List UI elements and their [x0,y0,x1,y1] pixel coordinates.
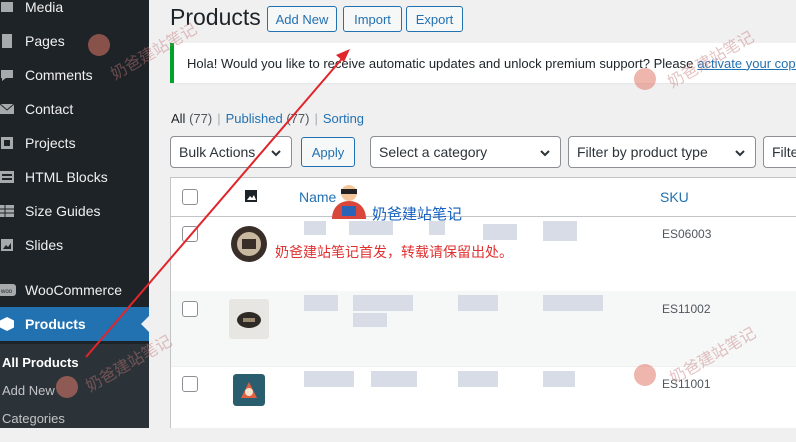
product-type-value: Filter by product type [577,144,708,160]
submenu-all-products[interactable]: All Products [2,355,79,370]
sidebar-item-label: Slides [25,237,64,253]
watermark-avatar [88,34,110,56]
blurred-name [304,295,338,311]
sidebar-item-woocommerce[interactable]: woo WooCommerce [0,273,149,307]
stock-status-value: Filte [772,144,796,160]
bulk-actions-value: Bulk Actions [179,144,256,160]
svg-text:woo: woo [0,289,13,295]
image-icon [245,190,257,202]
blurred-name [543,221,577,241]
page-title: Products [170,4,261,30]
sidebar-item-label: Pages [25,33,65,49]
sidebar-item-label: Products [25,316,86,332]
product-thumbnail[interactable] [229,299,269,339]
sidebar-item-html-blocks[interactable]: HTML Blocks [0,160,149,194]
row-sku: ES11002 [662,302,711,316]
blurred-name [543,371,575,387]
sidebar-item-projects[interactable]: Projects [0,126,149,160]
separator: | [314,111,318,126]
repost-caption: 奶爸建站笔记首发，转载请保留出处。 [275,244,513,260]
sidebar-item-label: Contact [25,101,74,117]
activation-notice: Hola! Would you like to receive automati… [170,43,796,83]
sidebar-item-label: HTML Blocks [25,169,108,185]
sidebar-item-slides[interactable]: Slides [0,228,149,262]
row-checkbox[interactable] [182,301,198,317]
select-all-checkbox[interactable] [182,189,198,205]
main-content: Products Add New Import Export Hola! Wou… [149,0,796,442]
import-button[interactable]: Import [343,6,402,32]
watermark-avatar [56,376,78,398]
table-header: Name SKU [171,178,796,217]
blurred-name [483,224,517,240]
export-button[interactable]: Export [406,6,463,32]
view-published[interactable]: Published [226,111,283,126]
sidebar-item-products[interactable]: Products [0,307,149,341]
sidebar-item-size-guides[interactable]: Size Guides [0,194,149,228]
bulk-actions-select[interactable]: Bulk Actions [170,136,292,168]
view-sorting[interactable]: Sorting [323,111,364,126]
blurred-name [458,371,498,387]
submenu-categories[interactable]: Categories [2,411,65,426]
mail-icon [0,100,16,118]
pages-icon [0,32,16,50]
sidebar-item-label: Projects [25,135,76,151]
sidebar-item-label: WooCommerce [25,282,122,298]
size-guides-icon [0,202,16,220]
watermark-avatar [634,364,656,386]
notice-text: Hola! Would you like to receive automati… [187,55,694,71]
media-icon [0,0,16,16]
sidebar-item-media[interactable]: Media [0,0,149,24]
apply-button[interactable]: Apply [301,137,355,167]
sidebar-item-label: Media [25,0,64,15]
sidebar-item-comments[interactable]: Comments [0,58,149,92]
products-table: Name SKU ES06003 ES11002 ES11001 [170,177,796,442]
row-sku: ES06003 [662,227,712,241]
row-sku: ES11001 [662,377,711,391]
category-value: Select a category [379,144,488,160]
products-icon [0,315,16,333]
sidebar-item-pages[interactable]: Pages [0,24,149,58]
blurred-name [353,313,387,327]
table-row[interactable]: ES11001 [171,366,796,442]
watermark-avatar [634,68,656,90]
slides-icon [0,236,16,254]
separator: | [217,111,221,126]
blurred-name [304,221,326,235]
view-filters: All (77) | Published (77) | Sorting [171,111,364,126]
chevron-down-icon [540,150,550,157]
blurred-name [353,295,413,311]
view-published-count: (77) [286,111,310,126]
product-thumbnail[interactable] [233,374,265,406]
blurred-name [304,371,354,387]
activate-link[interactable]: activate your copy [697,56,796,71]
avatar-icon [332,185,366,219]
table-row[interactable]: ES11002 [171,291,796,367]
admin-sidebar: Media Pages Comments Contact Projects HT… [0,0,149,428]
row-checkbox[interactable] [182,376,198,392]
blurred-name [543,295,603,311]
product-thumbnail[interactable] [229,224,269,264]
watermark-label: 奶爸建站笔记 [372,206,463,223]
row-checkbox[interactable] [182,226,198,242]
submenu-add-new[interactable]: Add New [2,383,55,398]
sidebar-item-label: Comments [25,67,93,83]
woocommerce-icon: woo [0,281,16,299]
comments-icon [0,66,16,84]
view-all[interactable]: All [171,111,185,126]
html-blocks-icon [0,168,16,186]
projects-icon [0,134,16,152]
blurred-name [458,295,498,311]
column-sku[interactable]: SKU [660,189,689,205]
category-select[interactable]: Select a category [370,136,561,168]
chevron-down-icon [271,150,281,157]
sidebar-item-contact[interactable]: Contact [0,92,149,126]
add-new-button[interactable]: Add New [267,6,337,32]
product-type-select[interactable]: Filter by product type [568,136,756,168]
blurred-name [371,371,417,387]
view-all-count: (77) [189,111,213,126]
chevron-down-icon [735,150,745,157]
sidebar-item-label: Size Guides [25,203,101,219]
stock-status-select[interactable]: Filte [763,136,796,168]
